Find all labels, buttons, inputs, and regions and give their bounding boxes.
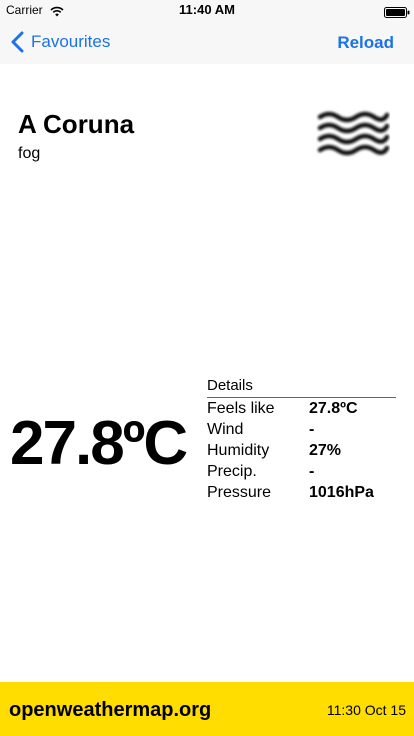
detail-value: 27.8ºC [309,400,358,417]
detail-value: - [309,421,315,438]
last-updated-timestamp: 11:30 Oct 15 [326,702,406,718]
back-button[interactable]: Favourites [10,29,110,55]
status-time: 11:40 AM [179,2,235,17]
detail-label: Pressure [207,484,272,501]
chevron-left-icon [10,31,24,53]
detail-label: Precip. [207,463,257,480]
details-panel: Details Feels like 27.8ºC Wind - Humidit… [207,376,396,503]
detail-row-feels-like: Feels like 27.8ºC [207,398,396,419]
detail-row-pressure: Pressure 1016hPa [207,482,396,503]
current-temperature: 27.8ºC [10,409,188,478]
reload-button[interactable]: Reload [337,32,394,54]
fog-icon [316,108,390,158]
footer-bar: openweathermap.org 11:30 Oct 15 [0,682,414,736]
weather-condition: fog [18,145,41,162]
detail-row-precipitation: Precip. - [207,461,396,482]
detail-row-humidity: Humidity 27% [207,440,396,461]
details-title: Details [207,376,396,398]
provider-link[interactable]: openweathermap.org [9,698,211,722]
city-name: A Coruna [18,109,135,139]
status-bar: Carrier 11:40 AM [0,0,414,20]
detail-label: Wind [207,421,244,438]
back-button-label: Favourites [31,32,111,51]
detail-label: Feels like [207,400,275,417]
detail-label: Humidity [207,442,270,459]
detail-row-wind: Wind - [207,419,396,440]
navigation-bar: Favourites Reload [0,20,414,64]
detail-value: 27% [309,442,342,459]
detail-value: - [309,463,315,480]
detail-value: 1016hPa [309,484,374,501]
